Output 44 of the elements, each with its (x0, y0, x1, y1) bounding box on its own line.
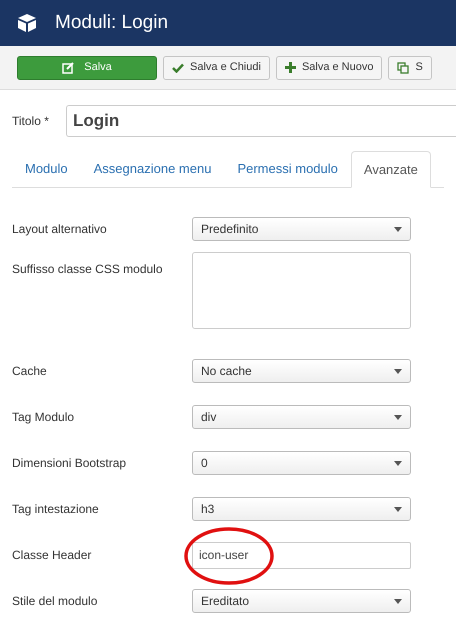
select-field[interactable]: 0 (192, 451, 411, 475)
toolbar-button[interactable]: S (388, 56, 432, 80)
caret-icon (394, 460, 402, 466)
caret-icon (394, 506, 402, 512)
tab[interactable]: Modulo (12, 151, 81, 187)
toolbar-button[interactable]: Salva e Chiudi (163, 56, 270, 80)
field-label: Suffisso classe CSS modulo (12, 261, 164, 278)
cube-icon (17, 14, 37, 32)
textarea-field[interactable] (192, 252, 411, 329)
edit-icon (62, 62, 74, 74)
tab[interactable]: Avanzate (350, 151, 431, 188)
tab[interactable]: Permessi modulo (224, 151, 351, 187)
caret-icon (394, 368, 402, 374)
select-value: div (201, 409, 216, 426)
field-label: Tag Modulo (12, 409, 76, 426)
field-label: Classe Header (12, 547, 92, 564)
field-label: Layout alternativo (12, 221, 108, 238)
title-field[interactable]: Login (66, 105, 456, 137)
plus-icon (284, 62, 296, 73)
select-value: h3 (201, 501, 214, 518)
field-label: Stile del modulo (12, 593, 98, 610)
check-icon (172, 62, 184, 72)
caret-icon (394, 414, 402, 420)
caret-icon (394, 226, 402, 232)
select-field[interactable]: Predefinito (192, 217, 411, 241)
toolbar-button[interactable]: Salva e Nuovo (276, 56, 382, 80)
field-label: Cache (12, 363, 48, 380)
field-label: Dimensioni Bootstrap (12, 455, 128, 472)
select-field[interactable]: No cache (192, 359, 411, 383)
select-value: Predefinito (201, 221, 258, 238)
tab[interactable]: Assegnazione menu (80, 151, 224, 187)
text-field[interactable]: icon-user (192, 542, 411, 568)
toolbar-button[interactable]: Salva (17, 56, 157, 80)
select-value: Ereditato (201, 593, 250, 610)
caret-icon (394, 598, 402, 604)
page-title: Moduli: Login (55, 10, 168, 35)
title-label: Titolo * (12, 113, 50, 130)
field-label: Tag intestazione (12, 501, 100, 518)
select-value: 0 (201, 455, 208, 472)
select-value: No cache (201, 363, 252, 380)
copy-icon (397, 62, 410, 74)
select-field[interactable]: div (192, 405, 411, 429)
select-field[interactable]: h3 (192, 497, 411, 521)
select-field[interactable]: Ereditato (192, 589, 411, 613)
